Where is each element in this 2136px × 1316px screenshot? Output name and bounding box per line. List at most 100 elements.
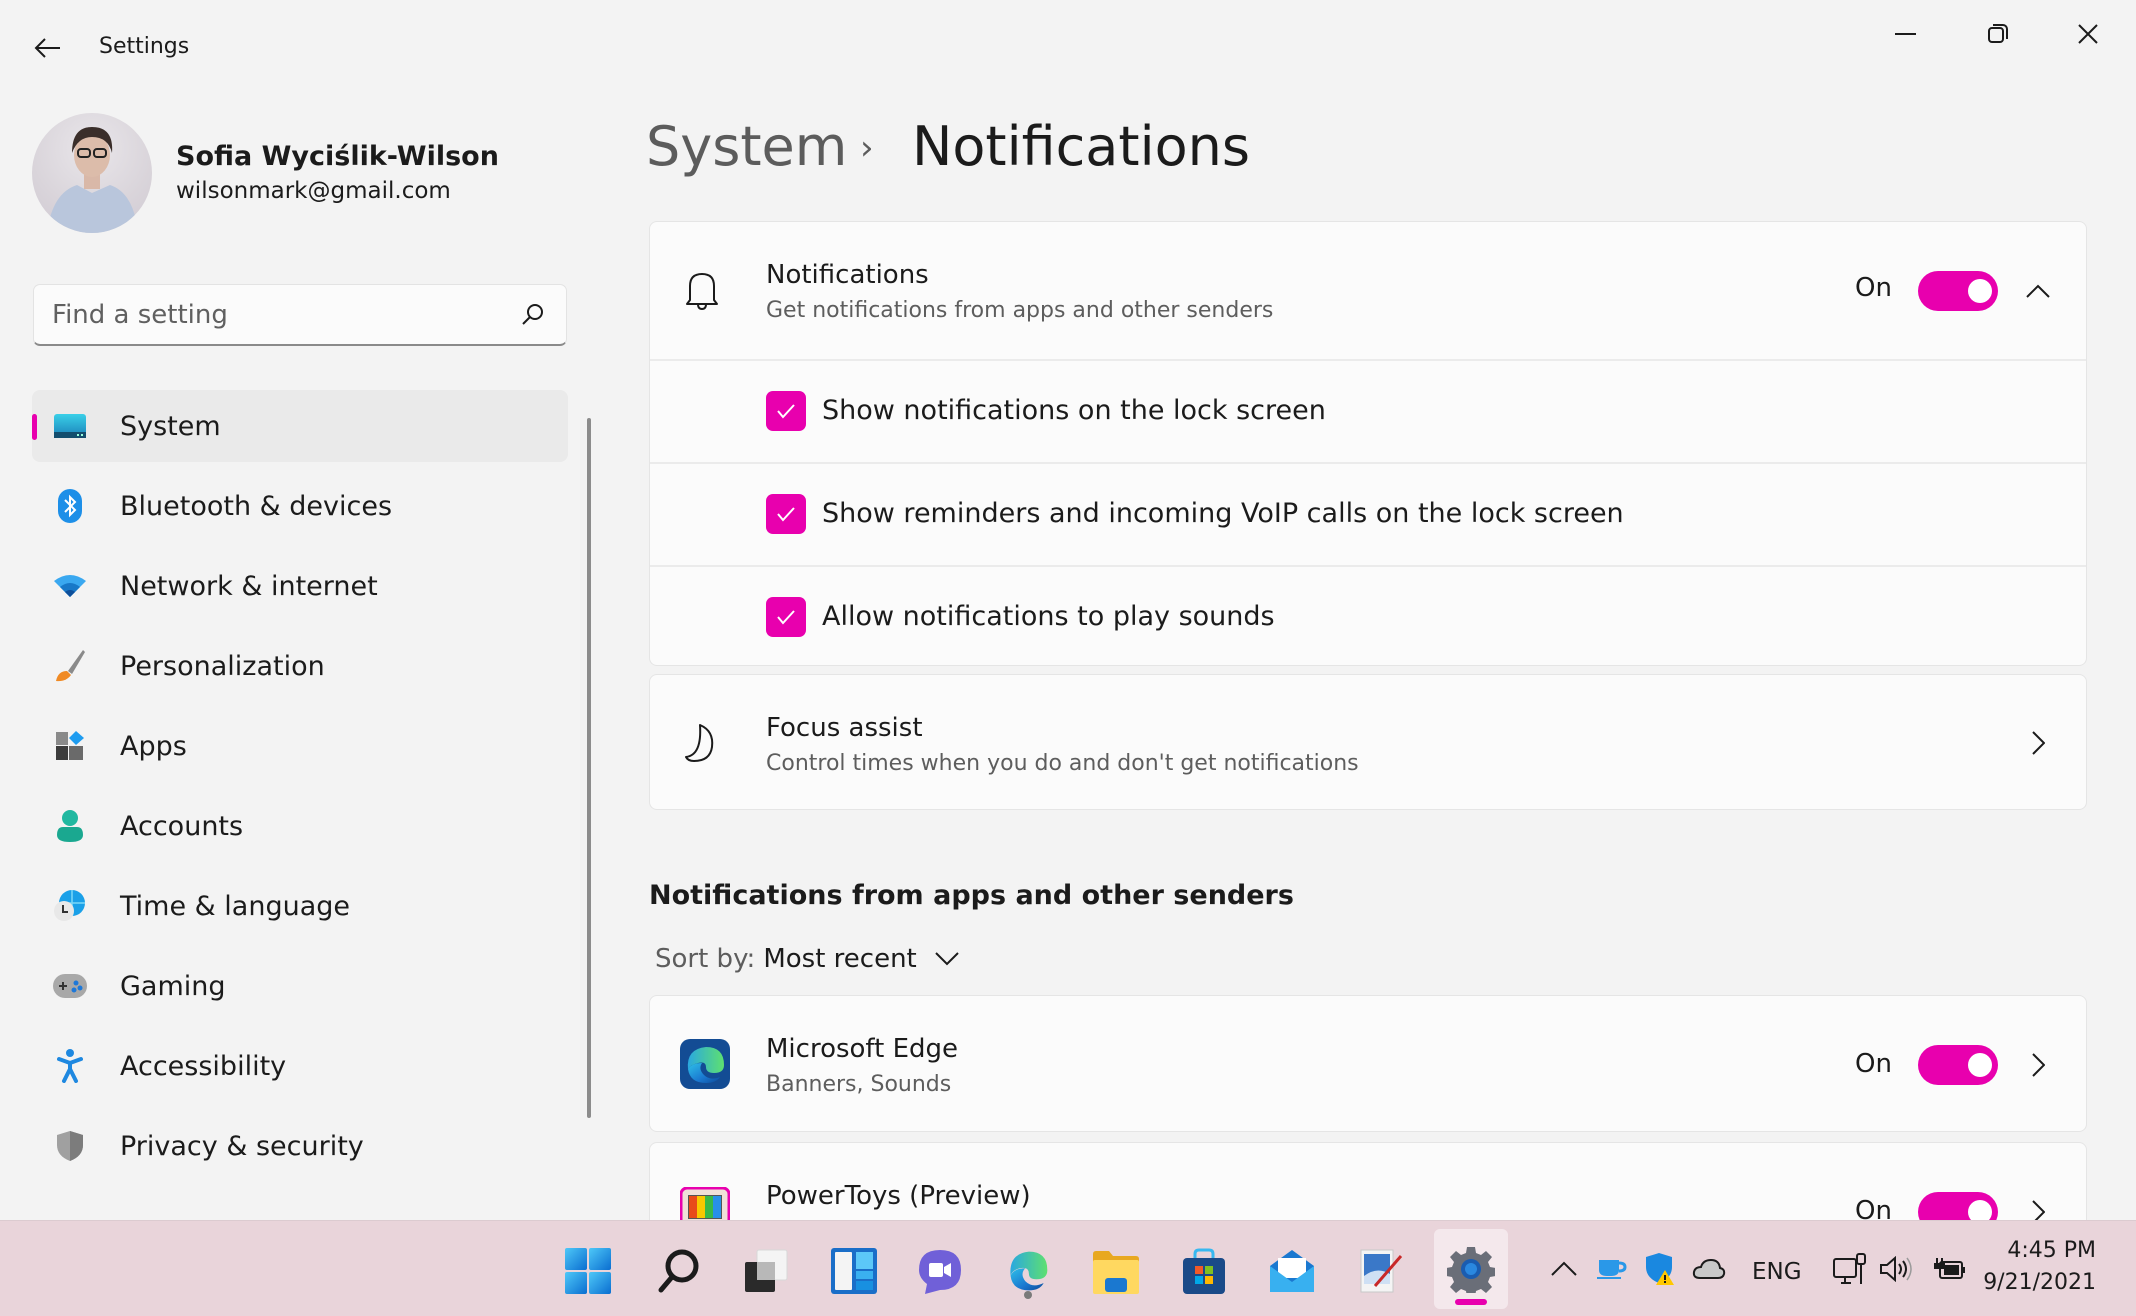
sidebar-scrollbar[interactable] [587,418,591,1118]
sidebar-item-label: Accessibility [120,1050,287,1082]
sidebar-nav: System Bluetooth & devices Network & int… [32,390,568,1190]
ethernet-icon [1833,1253,1866,1284]
sidebar-item-time-language[interactable]: Time & language [32,870,568,942]
chevron-right-icon [2032,731,2045,755]
option-row[interactable]: Allow notifications to play sounds [650,567,2086,667]
taskbar-search-button[interactable] [646,1239,710,1303]
settings-taskbar-button[interactable] [1434,1229,1508,1309]
minimize-icon [1895,33,1916,35]
checkmark-icon [777,610,795,625]
focus-assist-open[interactable] [2023,728,2053,758]
widgets-button[interactable] [822,1239,886,1303]
task-view-button[interactable] [734,1239,798,1303]
search-box[interactable] [33,284,567,346]
sort-value: Most recent [763,944,917,974]
awake-tray-button[interactable] [1594,1249,1630,1289]
clock-date: 9/21/2021 [1983,1270,2096,1295]
cloud-icon [1692,1258,1726,1279]
sidebar-item-label: System [120,410,221,442]
widgets-icon [831,1248,877,1294]
gamepad-icon [52,968,88,1004]
start-icon [565,1248,611,1294]
option-row[interactable]: Show reminders and incoming VoIP calls o… [650,464,2086,565]
focus-assist-subtitle: Control times when you do and don't get … [766,751,1359,776]
battery-tray-button[interactable] [1930,1249,1970,1289]
close-button[interactable] [2058,14,2118,54]
app-name: Microsoft Edge [766,1034,959,1064]
avatar-photo [47,127,138,233]
sort-dropdown[interactable]: Sort by: Most recent [655,944,959,974]
checkbox-lock-screen[interactable] [766,391,806,431]
search-input[interactable] [52,295,492,335]
teams-chat-icon [919,1250,961,1294]
app-row-edge[interactable]: Microsoft Edge Banners, Sounds On [649,995,2087,1132]
notifications-card: Notifications Get notifications from app… [649,221,2087,666]
focus-assist-card[interactable]: Focus assist Control times when you do a… [649,674,2087,810]
defender-warning-icon [1646,1253,1674,1285]
file-explorer-button[interactable] [1084,1239,1148,1303]
paint-button[interactable] [1348,1239,1412,1303]
sidebar-item-label: Gaming [120,970,226,1002]
chevron-up-icon [1551,1261,1577,1276]
sidebar-item-privacy[interactable]: Privacy & security [32,1110,568,1182]
onedrive-tray-button[interactable] [1690,1249,1728,1289]
toggle-knob [1968,1053,1992,1077]
user-email: wilsonmark@gmail.com [176,178,451,204]
notifications-toggle[interactable] [1918,271,1998,311]
checkbox-play-sounds[interactable] [766,597,806,637]
option-row[interactable]: Show notifications on the lock screen [650,361,2086,462]
breadcrumb-parent[interactable]: System [646,115,847,178]
mail-icon [1270,1250,1314,1292]
network-tray-button[interactable] [1830,1249,1870,1289]
edge-icon [1010,1251,1048,1291]
teams-chat-button[interactable] [908,1239,972,1303]
sidebar-item-bluetooth[interactable]: Bluetooth & devices [32,470,568,542]
volume-tray-button[interactable] [1876,1249,1916,1289]
active-indicator [32,414,37,440]
edge-open[interactable] [2023,1050,2053,1080]
store-button[interactable] [1172,1239,1236,1303]
paintbrush-icon [52,648,88,684]
apps-icon [52,728,88,764]
search-icon[interactable] [520,301,546,331]
clock-time: 4:45 PM [2007,1238,2096,1263]
task-view-icon [745,1249,788,1292]
edge-notifications-toggle[interactable] [1918,1045,1998,1085]
checkmark-icon [777,507,795,522]
show-hidden-icons-button[interactable] [1546,1249,1582,1289]
sidebar-item-system[interactable]: System [32,390,568,462]
sidebar-item-label: Accounts [120,810,244,842]
accessibility-icon [52,1048,88,1084]
chevron-right-icon [2032,1053,2045,1077]
moon-icon [680,721,724,765]
chevron-up-icon [2026,284,2050,298]
sidebar-item-apps[interactable]: Apps [32,710,568,782]
language-indicator[interactable]: ENG [1752,1259,1802,1285]
sidebar-item-gaming[interactable]: Gaming [32,950,568,1022]
sort-label: Sort by: [655,944,756,974]
minimize-button[interactable] [1876,14,1936,54]
search-icon [658,1249,699,1293]
sidebar-item-accessibility[interactable]: Accessibility [32,1030,568,1102]
back-button[interactable] [30,30,66,66]
avatar[interactable] [32,113,152,233]
close-icon [2078,24,2098,44]
edge-taskbar-button[interactable] [996,1239,1060,1303]
restore-button[interactable] [1968,14,2028,54]
sidebar-item-accounts[interactable]: Accounts [32,790,568,862]
start-button[interactable] [556,1239,620,1303]
sidebar-item-label: Bluetooth & devices [120,490,393,522]
collapse-button[interactable] [2023,276,2053,306]
sidebar-item-personalization[interactable]: Personalization [32,630,568,702]
store-icon [1183,1248,1225,1294]
checkbox-voip-reminders[interactable] [766,494,806,534]
security-tray-button[interactable] [1642,1249,1678,1289]
apps-section-title: Notifications from apps and other sender… [649,880,1294,911]
notifications-title: Notifications [766,260,929,290]
option-label: Allow notifications to play sounds [822,601,1275,632]
sidebar-item-network[interactable]: Network & internet [32,550,568,622]
clock[interactable]: 4:45 PM 9/21/2021 [1983,1235,2096,1299]
battery-charging-icon [1934,1258,1965,1279]
mail-button[interactable] [1260,1239,1324,1303]
notifications-header-row[interactable]: Notifications Get notifications from app… [650,222,2086,359]
